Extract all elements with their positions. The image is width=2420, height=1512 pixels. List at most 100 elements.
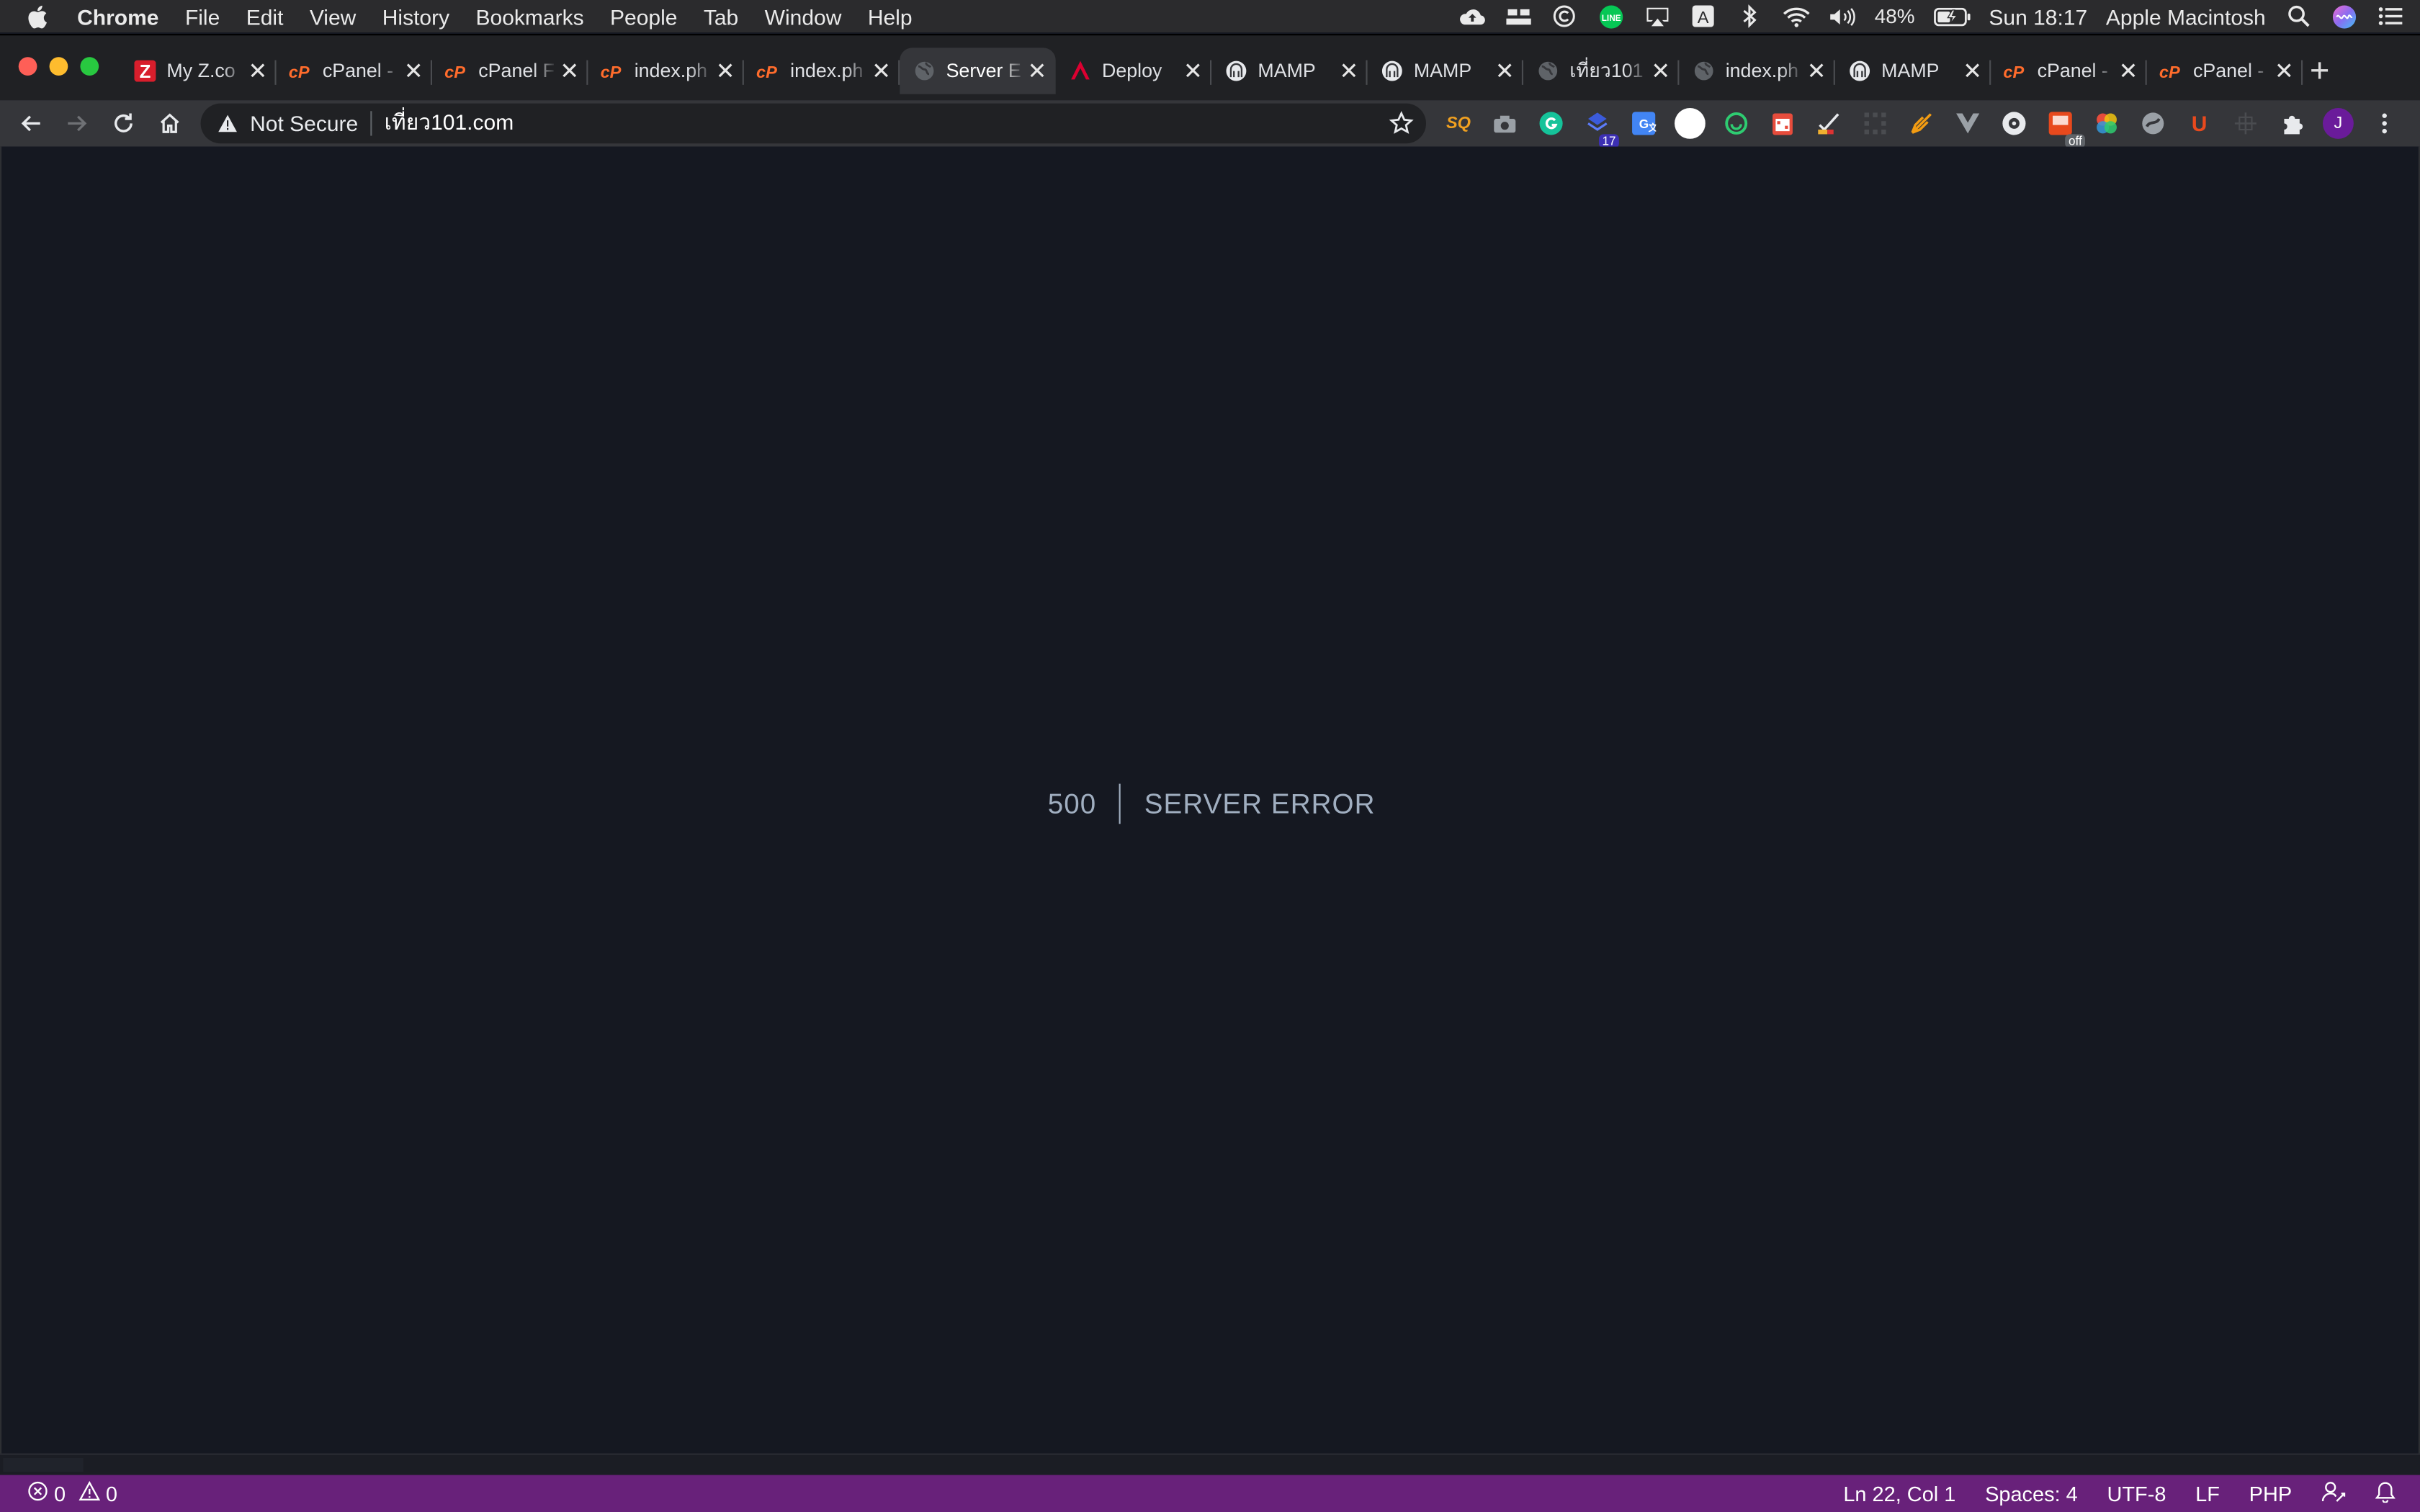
tab-close-icon[interactable]: ✕ — [1649, 58, 1673, 84]
extensions-puzzle-icon[interactable] — [2277, 108, 2308, 139]
tab-close-icon[interactable]: ✕ — [246, 58, 270, 84]
horizontal-scrollbar[interactable] — [0, 1453, 2420, 1475]
back-button[interactable] — [14, 107, 48, 140]
grammarly-extension-icon[interactable] — [1536, 108, 1567, 139]
vue-devtools-extension-icon[interactable] — [1953, 108, 1984, 139]
tab-title: Server E — [946, 60, 1021, 82]
menu-app-name[interactable]: Chrome — [77, 4, 158, 28]
tab-close-icon[interactable]: ✕ — [1025, 58, 1049, 84]
circle-extension-icon[interactable] — [1675, 108, 1706, 139]
new-tab-button[interactable]: + — [2303, 53, 2336, 89]
tab-close-icon[interactable]: ✕ — [1492, 58, 1517, 84]
bookmark-star-icon[interactable] — [1389, 111, 1414, 135]
input-source-icon[interactable]: A — [1690, 5, 1718, 27]
browser-tab[interactable]: index.ph ✕ — [1679, 48, 1835, 94]
apple-icon[interactable] — [26, 4, 54, 28]
music-extension-icon[interactable] — [1999, 108, 2030, 139]
off-extension-icon[interactable]: off — [2045, 108, 2085, 148]
indentation-setting[interactable]: Spaces: 4 — [1985, 1482, 2078, 1505]
menu-edit[interactable]: Edit — [246, 4, 284, 28]
calendar-extension-icon[interactable] — [1767, 108, 1798, 139]
tab-close-icon[interactable]: ✕ — [1960, 58, 1984, 84]
security-status-label[interactable]: Not Secure — [250, 111, 358, 135]
browser-tab[interactable]: cP cPanel - ✕ — [2147, 48, 2303, 94]
menu-history[interactable]: History — [382, 4, 449, 28]
home-button[interactable] — [153, 107, 187, 140]
window-close-button[interactable] — [18, 57, 37, 76]
menu-help[interactable]: Help — [868, 4, 913, 28]
tab-close-icon[interactable]: ✕ — [869, 58, 893, 84]
forward-button[interactable] — [60, 107, 94, 140]
browser-tab[interactable]: Deploy ✕ — [1056, 48, 1212, 94]
file-encoding[interactable]: UTF-8 — [2107, 1482, 2166, 1505]
browser-tab[interactable]: cP index.ph ✕ — [588, 48, 744, 94]
profile-avatar[interactable]: J — [2323, 108, 2354, 139]
tab-close-icon[interactable]: ✕ — [401, 58, 426, 84]
airplay-icon[interactable] — [1643, 6, 1671, 27]
language-mode[interactable]: PHP — [2249, 1482, 2292, 1505]
window-zoom-button[interactable] — [80, 57, 99, 76]
browser-tab[interactable]: Z My Z.co ✕ — [120, 48, 277, 94]
copyright-sync-icon[interactable] — [1551, 5, 1579, 27]
tab-close-icon[interactable]: ✕ — [713, 58, 738, 84]
reload-button[interactable] — [107, 107, 140, 140]
tab-close-icon[interactable]: ✕ — [1804, 58, 1829, 84]
crosshair-extension-icon[interactable] — [2230, 108, 2261, 139]
browser-tab[interactable]: MAMP ✕ — [1835, 48, 1991, 94]
siri-icon[interactable] — [2331, 4, 2359, 28]
tab-close-icon[interactable]: ✕ — [557, 58, 582, 84]
browser-tab[interactable]: เที่ยว101 ✕ — [1523, 48, 1680, 94]
browser-tab[interactable]: MAMP ✕ — [1368, 48, 1523, 94]
problems-indicator[interactable]: 0 0 — [28, 1475, 117, 1512]
spotlight-search-icon[interactable] — [2284, 5, 2312, 27]
volume-icon[interactable] — [1828, 6, 1856, 27]
bluetooth-icon[interactable] — [1736, 4, 1764, 28]
tab-close-icon[interactable]: ✕ — [2116, 58, 2141, 84]
translate-extension-icon[interactable]: G文 — [1628, 108, 1659, 139]
battery-charging-icon[interactable] — [1933, 6, 1970, 27]
cursor-position[interactable]: Ln 22, Col 1 — [1843, 1482, 1955, 1505]
url-text[interactable]: เที่ยว101.com — [385, 107, 514, 140]
feedback-icon[interactable] — [2321, 1480, 2346, 1506]
menu-clock[interactable]: Sun 18:17 — [1989, 4, 2087, 28]
stack-icon[interactable] — [1504, 6, 1532, 27]
browser-tab[interactable]: cP cPanel - ✕ — [1991, 48, 2147, 94]
grid-extension-icon[interactable] — [1860, 108, 1891, 139]
cloud-upload-icon[interactable] — [1458, 6, 1486, 27]
address-bar[interactable]: Not Secure เที่ยว101.com — [200, 103, 1426, 144]
chrome-menu-icon[interactable] — [2369, 108, 2400, 139]
notification-center-icon[interactable] — [2377, 6, 2405, 27]
browser-tab[interactable]: MAMP ✕ — [1211, 48, 1368, 94]
notifications-bell-icon[interactable] — [2375, 1480, 2396, 1506]
tab-close-icon[interactable]: ✕ — [2272, 58, 2296, 84]
browser-tab[interactable]: cP index.ph ✕ — [744, 48, 900, 94]
pen-extension-icon[interactable] — [1906, 108, 1937, 139]
warning-icon[interactable] — [218, 112, 239, 134]
window-minimize-button[interactable] — [49, 57, 68, 76]
browser-tab[interactable]: cP cPanel - ✕ — [277, 48, 432, 94]
menu-view[interactable]: View — [310, 4, 356, 28]
menu-window[interactable]: Window — [765, 4, 842, 28]
end-of-line[interactable]: LF — [2195, 1482, 2220, 1505]
menu-people[interactable]: People — [610, 4, 677, 28]
badge-extension-icon[interactable]: 17 — [1582, 108, 1619, 148]
color-picker-extension-icon[interactable] — [2092, 108, 2123, 139]
menu-file[interactable]: File — [185, 4, 220, 28]
menu-bookmarks[interactable]: Bookmarks — [476, 4, 584, 28]
camera-extension-icon[interactable] — [1489, 108, 1520, 139]
scrollbar-thumb[interactable] — [3, 1457, 84, 1472]
browser-tab[interactable]: Server E ✕ — [900, 48, 1056, 94]
sq-extension-icon[interactable]: SQ — [1443, 108, 1474, 139]
broom-extension-icon[interactable] — [1814, 108, 1845, 139]
ublock-extension-icon[interactable]: U — [2184, 108, 2215, 139]
menu-tab[interactable]: Tab — [704, 4, 738, 28]
browser-tab[interactable]: cP cPanel F ✕ — [432, 48, 588, 94]
menu-user-name[interactable]: Apple Macintosh — [2106, 4, 2266, 28]
wifi-icon[interactable] — [1782, 6, 1810, 27]
tab-close-icon[interactable]: ✕ — [1180, 58, 1205, 84]
refresh-extension-icon[interactable] — [1721, 108, 1752, 139]
battery-percent[interactable]: 48% — [1875, 4, 1915, 27]
tab-close-icon[interactable]: ✕ — [1337, 58, 1361, 84]
line-app-icon[interactable]: LINE — [1597, 4, 1625, 28]
swirl-extension-icon[interactable] — [2138, 108, 2169, 139]
